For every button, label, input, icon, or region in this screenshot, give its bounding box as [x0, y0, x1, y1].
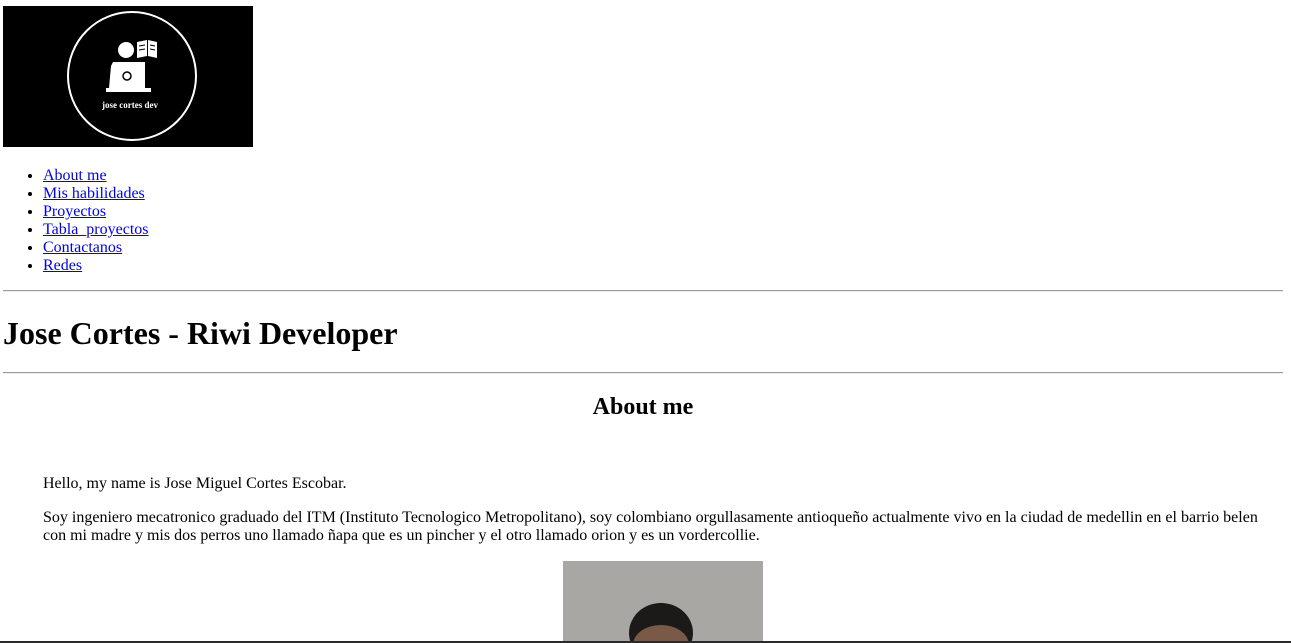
divider-top [3, 290, 1283, 292]
nav-link-mis-habilidades[interactable]: Mis habilidades [43, 185, 145, 202]
nav-item-about: About me [43, 167, 149, 185]
nav-link-redes[interactable]: Redes [43, 257, 82, 274]
about-heading: About me [592, 394, 694, 420]
developer-reading-laptop-icon: jose cortes dev [67, 11, 197, 141]
profile-photo [563, 561, 763, 643]
about-bio-paragraph: Soy ingeniero mecatronico graduado del I… [43, 509, 1258, 544]
about-greeting-paragraph: Hello, my name is Jose Miguel Cortes Esc… [43, 475, 347, 492]
nav-item-social: Redes [43, 257, 149, 275]
nav-link-tabla-proyectos[interactable]: Tabla_proyectos [43, 221, 149, 238]
nav-item-contact: Contactanos [43, 239, 149, 257]
logo-text: jose cortes dev [101, 100, 158, 110]
nav-link-contactanos[interactable]: Contactanos [43, 239, 122, 256]
nav-item-skills: Mis habilidades [43, 185, 149, 203]
person-portrait-icon [563, 561, 763, 643]
page-title: Jose Cortes - Riwi Developer [3, 315, 398, 351]
nav-item-projects: Proyectos [43, 203, 149, 221]
nav-link-proyectos[interactable]: Proyectos [43, 203, 106, 220]
nav-item-projects-table: Tabla_proyectos [43, 221, 149, 239]
site-logo: jose cortes dev [3, 6, 253, 147]
nav-link-about-me[interactable]: About me [43, 167, 107, 184]
divider-bottom [3, 372, 1283, 374]
main-navigation: About me Mis habilidades Proyectos Tabla… [3, 167, 149, 275]
